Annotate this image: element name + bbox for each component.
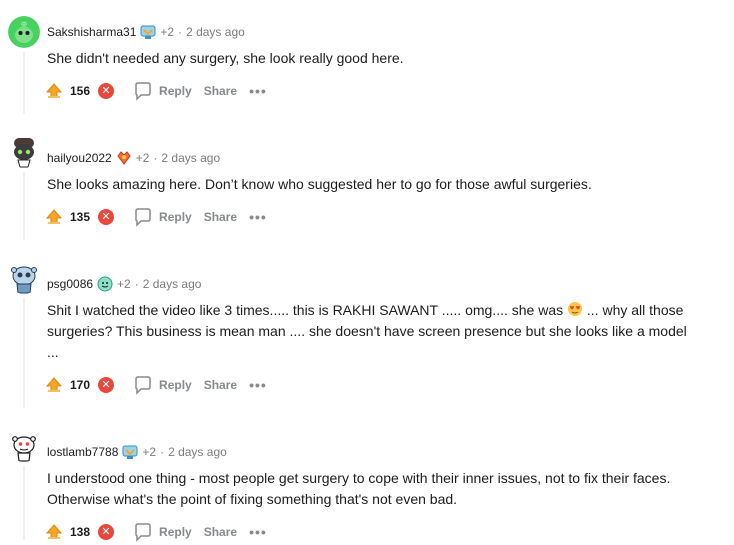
comment-meta: hailyou2022 +2 · 2 days ago <box>47 149 220 167</box>
score: 156 <box>70 84 91 98</box>
share-button[interactable]: Share <box>204 378 237 392</box>
thread-line[interactable] <box>23 172 25 240</box>
thread-line[interactable] <box>23 298 25 408</box>
separator: · <box>134 277 139 291</box>
award-icon[interactable] <box>122 444 138 460</box>
downvote-icon[interactable]: ✕ <box>98 209 115 225</box>
avatar-snoo-blue-icon[interactable] <box>8 262 40 294</box>
avatar-snoo-dark-icon[interactable] <box>8 136 40 168</box>
score: 170 <box>70 378 91 392</box>
award-count[interactable]: +2 <box>117 277 131 291</box>
comment-actions: 170 ✕ Reply Share ••• <box>45 373 267 397</box>
upvote-icon[interactable] <box>45 523 63 541</box>
more-options-icon[interactable]: ••• <box>249 525 267 539</box>
comment-body: I understood one thing - most people get… <box>47 470 671 507</box>
downvote-icon[interactable]: ✕ <box>98 524 115 540</box>
reply-button[interactable]: Reply <box>133 522 192 542</box>
share-button[interactable]: Share <box>204 84 237 98</box>
thread-line[interactable] <box>23 52 25 114</box>
share-button[interactable]: Share <box>204 525 237 539</box>
reply-icon <box>133 522 153 542</box>
avatar-snoo-white-icon[interactable] <box>8 430 40 462</box>
reply-icon <box>133 207 153 227</box>
reply-label: Reply <box>159 210 192 224</box>
separator: · <box>178 25 183 39</box>
comment-body: Shit I watched the video like 3 times...… <box>47 300 687 363</box>
award-count[interactable]: +2 <box>136 151 150 165</box>
username[interactable]: lostlamb7788 <box>47 445 118 459</box>
timestamp[interactable]: 2 days ago <box>186 25 245 39</box>
downvote-icon[interactable]: ✕ <box>98 377 115 393</box>
award-count[interactable]: +2 <box>160 25 174 39</box>
username[interactable]: psg0086 <box>47 277 93 291</box>
reply-icon <box>133 81 153 101</box>
comment-meta: psg0086 +2 · 2 days ago <box>47 275 201 293</box>
comment-actions: 135 ✕ Reply Share ••• <box>45 205 267 229</box>
comment-meta: lostlamb7788 +2 · 2 days ago <box>47 443 227 461</box>
avatar-green-alien-icon[interactable] <box>8 16 40 48</box>
upvote-icon[interactable] <box>45 208 63 226</box>
award-icon[interactable] <box>116 150 132 166</box>
upvote-icon[interactable] <box>45 376 63 394</box>
more-options-icon[interactable]: ••• <box>249 378 267 392</box>
separator: · <box>160 445 165 459</box>
comment-meta: Sakshisharma31 +2 · 2 days ago <box>47 23 245 41</box>
timestamp[interactable]: 2 days ago <box>143 277 202 291</box>
share-button[interactable]: Share <box>204 210 237 224</box>
comment-body: She didn't needed any surgery, she look … <box>47 50 404 66</box>
reply-button[interactable]: Reply <box>133 207 192 227</box>
award-icon[interactable] <box>97 276 113 292</box>
timestamp[interactable]: 2 days ago <box>161 151 220 165</box>
username[interactable]: Sakshisharma31 <box>47 25 136 39</box>
comment-actions: 156 ✕ Reply Share ••• <box>45 79 267 103</box>
more-options-icon[interactable]: ••• <box>249 210 267 224</box>
reply-button[interactable]: Reply <box>133 375 192 395</box>
separator: · <box>153 151 158 165</box>
award-count[interactable]: +2 <box>142 445 156 459</box>
username[interactable]: hailyou2022 <box>47 151 112 165</box>
thread-line[interactable] <box>23 466 25 540</box>
reply-label: Reply <box>159 378 192 392</box>
comment-actions: 138 ✕ Reply Share ••• <box>45 520 267 544</box>
comment-body-text: Shit I watched the video like 3 times...… <box>47 302 568 318</box>
upvote-icon[interactable] <box>45 82 63 100</box>
score: 135 <box>70 210 91 224</box>
reply-icon <box>133 375 153 395</box>
timestamp[interactable]: 2 days ago <box>168 445 227 459</box>
more-options-icon[interactable]: ••• <box>249 84 267 98</box>
score: 138 <box>70 525 91 539</box>
reply-button[interactable]: Reply <box>133 81 192 101</box>
comment-body: She looks amazing here. Don’t know who s… <box>47 176 592 192</box>
reply-label: Reply <box>159 525 192 539</box>
downvote-icon[interactable]: ✕ <box>98 83 115 99</box>
heart-eyes-emoji-icon <box>567 301 583 317</box>
reply-label: Reply <box>159 84 192 98</box>
award-icon[interactable] <box>140 24 156 40</box>
